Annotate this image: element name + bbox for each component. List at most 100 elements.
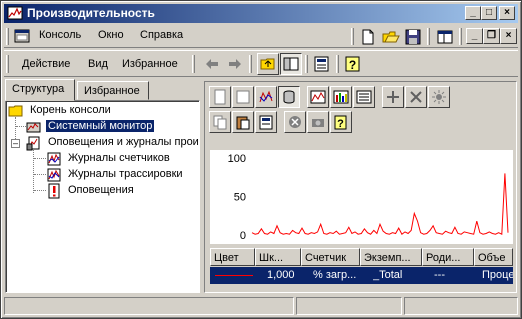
menu-window[interactable]: Окно [98,29,124,41]
toolbar-separator [305,55,308,73]
back-arrow-icon[interactable] [202,54,222,74]
cell-object: Проце [482,269,513,281]
child-restore-button[interactable]: ❐ [483,28,500,44]
col-counter[interactable]: Счетчик [301,248,360,266]
toolbar-grip[interactable] [6,55,9,73]
update-data-button[interactable] [307,111,329,133]
clear-display-button[interactable] [232,86,254,108]
performance-chart[interactable]: 100 50 0 [210,150,513,244]
chart-svg: 100 50 0 [228,153,509,242]
tree-node-counter-logs[interactable]: Журналы счетчиков [46,151,196,167]
performance-app-icon [7,6,23,20]
maximize-button[interactable]: □ [481,6,497,20]
col-object[interactable]: Объе [474,248,513,266]
add-counter-button[interactable] [382,86,404,108]
view-histogram-button[interactable] [330,86,352,108]
series-color-swatch [215,275,253,276]
collapse-toggle[interactable]: – [11,139,20,148]
menu-view[interactable]: Вид [88,58,108,70]
show-hide-tree-button[interactable] [280,53,302,75]
tree-node-label: Журналы счетчиков [68,152,170,164]
menu-help[interactable]: Справка [140,29,183,41]
view-report-button[interactable] [353,86,375,108]
col-scale[interactable]: Шк... [255,248,301,266]
tree-node-label: Оповещения и журналы прои [48,136,199,148]
tree-connector [33,150,34,193]
tree-node-alerts[interactable]: Оповещения [46,183,196,199]
y-axis: 100 50 0 [228,153,246,242]
cell-parent: --- [434,269,445,281]
menu-bar: Консоль Окно Справка _ ❐ × [4,25,518,48]
title-bar: Производительность _ □ × [4,4,518,23]
save-icon[interactable] [403,27,423,47]
cell-scale: 1,000 [267,269,295,281]
cell-counter: % загр... [313,269,357,281]
freeze-icon [289,116,301,128]
minimize-button[interactable]: _ [465,6,481,20]
report-icon [356,90,372,104]
tree-node-root[interactable]: Корень консоли [8,103,188,119]
toolbar-separator [249,55,252,73]
menu-favorites[interactable]: Избранное [122,58,178,70]
delete-counter-button[interactable] [405,86,427,108]
y-tick-label: 100 [228,153,246,165]
view-log-data-button[interactable] [278,86,300,108]
copy-properties-button[interactable] [209,111,231,133]
child-close-button[interactable]: × [500,28,517,44]
camera-icon [312,119,324,127]
freeze-display-button[interactable] [284,111,306,133]
toolbar-separator [459,28,462,45]
window-title: Производительность [27,6,155,20]
current-activity-icon [259,90,273,103]
child-minimize-button[interactable]: _ [466,28,483,44]
col-instance[interactable]: Экземп... [360,248,422,266]
toolbar-grip[interactable] [351,28,354,45]
tab-favorites[interactable]: Избранное [77,81,149,100]
open-folder-icon[interactable] [381,27,401,47]
sysmon-help-button[interactable]: ? [330,111,352,133]
console-icon [14,29,30,43]
tree-pane-icon [283,57,299,71]
menu-console[interactable]: Консоль [39,29,81,41]
sysmon-properties-button[interactable] [255,111,277,133]
tree-node-alerts-and-logs[interactable]: Оповещения и журналы прои [26,135,199,151]
counter-log-icon [47,152,61,166]
alert-icon [48,183,60,199]
view-graph-button[interactable] [307,86,329,108]
clear-display-icon [236,90,250,104]
col-parent[interactable]: Роди... [422,248,474,266]
y-tick-label: 50 [234,192,246,204]
forward-arrow-icon[interactable] [225,54,245,74]
toolbar-grip[interactable] [6,28,9,45]
menu-action[interactable]: Действие [22,58,70,70]
tree-node-system-monitor[interactable]: Системный монитор [26,119,196,135]
properties-icon [259,115,273,130]
tree-connector [34,174,46,175]
system-monitor-pane: ? 100 50 0 Цвет Шк... Счетчик Экземп... Ро… [204,81,517,293]
trace-log-icon [47,168,61,182]
toolbar-grip[interactable] [192,55,195,73]
status-panel [296,297,402,315]
tree-node-trace-logs[interactable]: Журналы трассировки [46,167,196,183]
new-counter-set-button[interactable] [209,86,231,108]
action-bar: Действие Вид Избранное ? [4,50,518,77]
paste-counter-list-button[interactable] [232,111,254,133]
view-current-activity-button[interactable] [255,86,277,108]
tab-tree[interactable]: Структура [5,79,75,101]
up-level-button[interactable] [257,53,279,75]
log-data-icon [283,90,295,104]
col-color[interactable]: Цвет [210,248,255,266]
new-window-icon[interactable] [435,27,455,47]
status-panel [404,297,518,315]
app-window: Производительность _ □ × Консоль Окно Сп… [0,0,522,319]
legend-row[interactable]: 1,000 % загр... _Total --- Проце [210,267,513,284]
y-tick-label: 0 [240,230,246,242]
new-document-icon[interactable] [358,27,378,47]
tree-node-label: Журналы трассировки [68,168,183,180]
highlight-button[interactable] [428,86,450,108]
svg-text:?: ? [337,118,344,130]
cell-instance: _Total [373,269,403,281]
close-button[interactable]: × [499,6,515,20]
properties-icon[interactable] [312,54,332,74]
help-icon[interactable]: ? [343,54,363,74]
